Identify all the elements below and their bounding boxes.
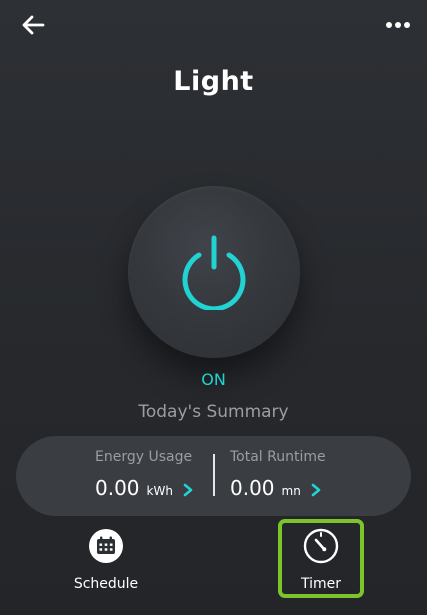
summary-card: Energy Usage 0.00 kWh Total Runtime 0.00…	[16, 436, 411, 516]
chevron-right-icon[interactable]	[311, 482, 321, 501]
arrow-left-icon	[22, 15, 45, 35]
timer-button[interactable]: Timer	[276, 524, 366, 592]
total-runtime-value: 0.00	[230, 476, 275, 500]
energy-usage-value: 0.00	[95, 476, 140, 500]
more-horizontal-icon	[386, 22, 410, 28]
timer-icon	[303, 528, 339, 564]
total-runtime-metric[interactable]: Total Runtime 0.00 mn	[215, 436, 411, 516]
total-runtime-label: Total Runtime	[230, 449, 326, 465]
schedule-label: Schedule	[73, 576, 139, 592]
power-button[interactable]	[128, 186, 300, 358]
schedule-button[interactable]: Schedule	[61, 524, 151, 592]
chevron-right-icon[interactable]	[183, 482, 193, 501]
total-runtime-value-row: 0.00 mn	[230, 476, 321, 500]
energy-usage-value-row: 0.00 kWh	[95, 476, 193, 500]
more-options-button[interactable]	[381, 10, 415, 40]
energy-usage-label: Energy Usage	[95, 449, 193, 465]
calendar-icon	[89, 529, 123, 563]
back-button[interactable]	[16, 10, 50, 40]
power-state-label: ON	[201, 370, 226, 389]
total-runtime-unit: mn	[281, 484, 301, 498]
energy-usage-unit: kWh	[146, 484, 173, 498]
summary-title: Today's Summary	[138, 402, 289, 422]
energy-usage-metric[interactable]: Energy Usage 0.00 kWh	[16, 436, 214, 516]
page-title: Light	[173, 66, 254, 97]
timer-label: Timer	[300, 576, 342, 592]
power-icon	[182, 235, 246, 310]
